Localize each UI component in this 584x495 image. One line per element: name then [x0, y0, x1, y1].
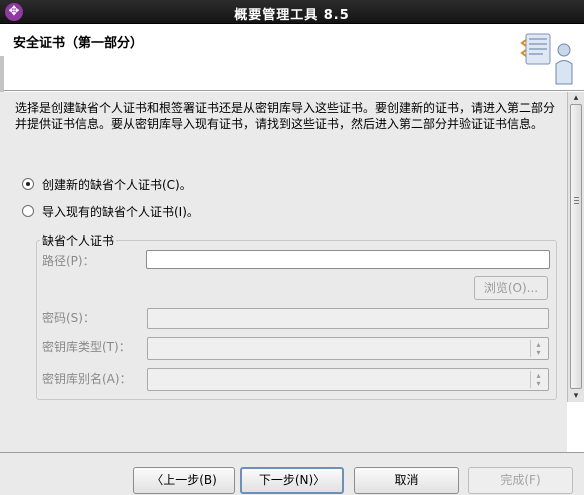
create-cert-option[interactable]: 创建新的缺省个人证书(C)。	[22, 175, 192, 193]
vertical-scrollbar[interactable]: ▴ ▾	[567, 92, 584, 402]
cancel-button[interactable]: 取消	[354, 467, 459, 494]
next-button[interactable]: 下一步(N)〉	[240, 467, 344, 494]
create-cert-label[interactable]: 创建新的缺省个人证书(C)。	[42, 176, 192, 193]
import-cert-option[interactable]: 导入现有的缺省个人证书(I)。	[22, 202, 199, 220]
title-bar: ✥ 概要管理工具 8.5	[0, 0, 584, 24]
window-title: 概要管理工具 8.5	[234, 8, 350, 23]
scroll-thumb[interactable]	[570, 104, 582, 389]
path-label: 路径(P)：	[42, 254, 95, 268]
keystore-type-select[interactable]: ▴ ▾	[147, 337, 549, 360]
chevron-updown-icon: ▴ ▾	[530, 371, 546, 388]
keystore-type-label: 密钥库类型(T)：	[42, 340, 131, 354]
chevron-updown-icon: ▴ ▾	[530, 340, 546, 357]
description-text: 选择是创建缺省个人证书和根签署证书还是从密钥库导入这些证书。要创建新的证书，请进…	[15, 101, 556, 131]
finish-button[interactable]: 完成(F)	[468, 467, 573, 494]
page-title: 安全证书（第一部分）	[13, 36, 144, 51]
wizard-clipboard-icon	[520, 33, 573, 85]
window-edge	[0, 56, 4, 96]
scroll-grip	[574, 200, 579, 201]
group-title: 缺省个人证书	[40, 232, 117, 249]
wizard-header: 安全证书（第一部分）	[0, 25, 584, 91]
scroll-down-arrow-icon[interactable]: ▾	[571, 392, 581, 401]
browse-button[interactable]: 浏览(O)...	[474, 276, 548, 300]
keystore-alias-select[interactable]: ▴ ▾	[147, 368, 549, 391]
scroll-grip	[574, 203, 579, 204]
password-label: 密码(S)：	[42, 311, 95, 325]
scroll-up-arrow-icon[interactable]: ▴	[571, 94, 581, 103]
password-input[interactable]	[147, 308, 549, 329]
path-input[interactable]	[146, 250, 550, 269]
radio-button-selected[interactable]	[22, 178, 34, 190]
radio-button[interactable]	[22, 205, 34, 217]
import-cert-label[interactable]: 导入现有的缺省个人证书(I)。	[42, 203, 199, 220]
keystore-alias-label: 密钥库别名(A)：	[42, 372, 132, 386]
back-button[interactable]: 〈上一步(B)	[133, 467, 235, 494]
scroll-grip	[574, 197, 579, 198]
